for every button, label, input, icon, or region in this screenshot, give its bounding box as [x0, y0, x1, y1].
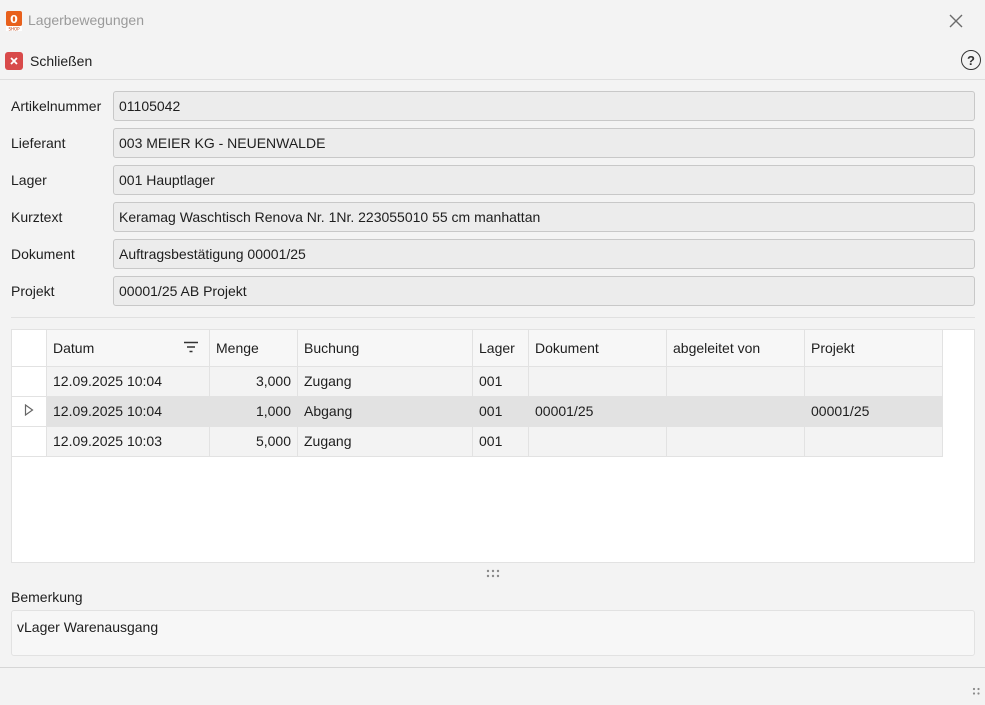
- table-row[interactable]: 12.09.2025 10:03 5,000 Zugang 001: [12, 426, 943, 457]
- resize-grip-icon[interactable]: [971, 686, 981, 696]
- cell-buchung: Abgang: [297, 396, 473, 427]
- row-indicator-header: [12, 330, 47, 367]
- column-header-projekt[interactable]: Projekt: [804, 330, 943, 367]
- column-header-abgeleitet-von[interactable]: abgeleitet von: [666, 330, 805, 367]
- remark-field[interactable]: vLager Warenausgang: [11, 610, 975, 656]
- cell-dokument: 00001/25: [528, 396, 667, 427]
- table-row[interactable]: 12.09.2025 10:04 1,000 Abgang 001 00001/…: [12, 396, 943, 427]
- help-icon[interactable]: ?: [961, 50, 981, 70]
- row-indicator: [12, 396, 47, 427]
- title-bar: 0 SHOP Lagerbewegungen: [0, 0, 985, 42]
- column-header-datum[interactable]: Datum: [46, 330, 210, 367]
- dokument-field[interactable]: Auftragsbestätigung 00001/25: [113, 239, 975, 269]
- projekt-field[interactable]: 00001/25 AB Projekt: [113, 276, 975, 306]
- row-pointer-icon: [24, 403, 34, 417]
- artikelnummer-field[interactable]: 01105042: [113, 91, 975, 121]
- field-label: Projekt: [11, 283, 55, 299]
- field-label: Lieferant: [11, 135, 66, 151]
- close-x-icon: [5, 52, 23, 70]
- table-row[interactable]: 12.09.2025 10:04 3,000 Zugang 001: [12, 366, 943, 397]
- field-label: Kurztext: [11, 209, 63, 225]
- cell-datum: 12.09.2025 10:03: [46, 426, 210, 457]
- kurztext-field[interactable]: Keramag Waschtisch Renova Nr. 1Nr. 22305…: [113, 202, 975, 232]
- field-label: Artikelnummer: [11, 98, 102, 114]
- movements-grid: Datum Menge Buchung Lager Dokument abgel…: [11, 329, 975, 563]
- field-lager: Lager 001 Hauptlager: [0, 165, 985, 195]
- field-label: Dokument: [11, 246, 75, 262]
- remark-label: Bemerkung: [11, 589, 83, 605]
- field-dokument: Dokument Auftragsbestätigung 00001/25: [0, 239, 985, 269]
- cell-lager: 001: [472, 426, 529, 457]
- divider: [11, 317, 975, 318]
- cell-projekt: [804, 366, 943, 397]
- cell-menge: 5,000: [209, 426, 298, 457]
- cell-dokument: [528, 366, 667, 397]
- splitter-grip-icon[interactable]: [486, 569, 500, 579]
- field-artikelnummer: Artikelnummer 01105042: [0, 91, 985, 121]
- cell-lager: 001: [472, 396, 529, 427]
- window-close-icon[interactable]: [946, 11, 966, 31]
- cell-lager: 001: [472, 366, 529, 397]
- row-indicator: [12, 366, 47, 397]
- status-bar: [0, 667, 985, 705]
- svg-text:SHOP: SHOP: [8, 27, 20, 32]
- close-button[interactable]: Schließen: [5, 50, 92, 72]
- lager-field[interactable]: 001 Hauptlager: [113, 165, 975, 195]
- cell-projekt: [804, 426, 943, 457]
- svg-text:0: 0: [10, 13, 18, 26]
- app-logo-icon: 0 SHOP: [6, 11, 22, 32]
- field-label: Lager: [11, 172, 47, 188]
- column-header-buchung[interactable]: Buchung: [297, 330, 473, 367]
- cell-buchung: Zugang: [297, 426, 473, 457]
- window-title: Lagerbewegungen: [28, 12, 144, 28]
- grid-header-row: Datum Menge Buchung Lager Dokument abgel…: [12, 330, 943, 367]
- cell-datum: 12.09.2025 10:04: [46, 366, 210, 397]
- cell-menge: 1,000: [209, 396, 298, 427]
- cell-projekt: 00001/25: [804, 396, 943, 427]
- field-projekt: Projekt 00001/25 AB Projekt: [0, 276, 985, 306]
- field-lieferant: Lieferant 003 MEIER KG - NEUENWALDE: [0, 128, 985, 158]
- cell-menge: 3,000: [209, 366, 298, 397]
- column-header-dokument[interactable]: Dokument: [528, 330, 667, 367]
- row-indicator: [12, 426, 47, 457]
- cell-buchung: Zugang: [297, 366, 473, 397]
- cell-abgeleitet-von: [666, 366, 805, 397]
- lieferant-field[interactable]: 003 MEIER KG - NEUENWALDE: [113, 128, 975, 158]
- column-header-menge[interactable]: Menge: [209, 330, 298, 367]
- field-kurztext: Kurztext Keramag Waschtisch Renova Nr. 1…: [0, 202, 985, 232]
- cell-datum: 12.09.2025 10:04: [46, 396, 210, 427]
- filter-icon[interactable]: [183, 341, 199, 353]
- toolbar: Schließen ?: [0, 42, 985, 80]
- help-symbol: ?: [967, 52, 975, 68]
- close-button-label: Schließen: [30, 53, 93, 69]
- column-header-label: Datum: [53, 339, 95, 356]
- cell-dokument: [528, 426, 667, 457]
- cell-abgeleitet-von: [666, 426, 805, 457]
- cell-abgeleitet-von: [666, 396, 805, 427]
- column-header-lager[interactable]: Lager: [472, 330, 529, 367]
